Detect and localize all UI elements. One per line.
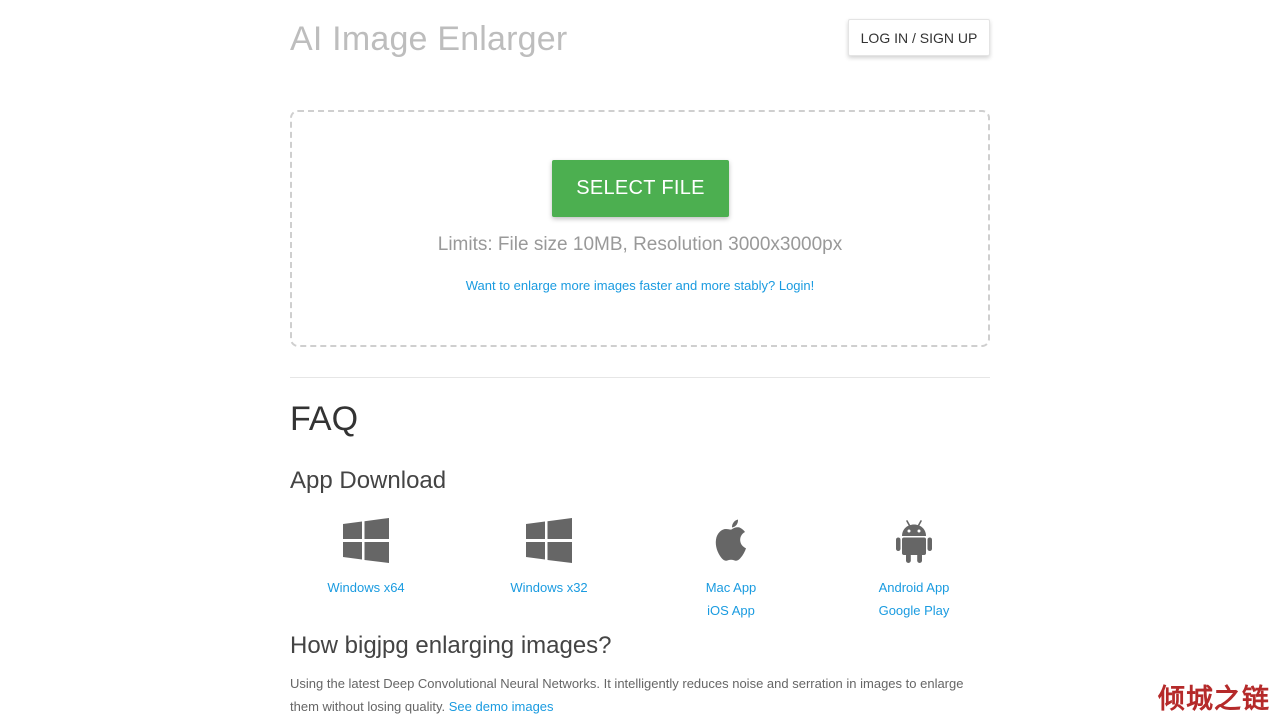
how-it-works-heading: How bigjpg enlarging images? [290,632,612,659]
download-android: Android App Google Play [839,515,989,622]
upload-limits-text: Limits: File size 10MB, Resolution 3000x… [437,234,843,255]
download-windows-x32: Windows x32 [474,515,624,599]
apple-icon[interactable] [705,515,757,567]
android-app-link[interactable]: Android App [839,576,989,599]
how-it-works-body: Using the latest Deep Convolutional Neur… [290,676,964,714]
mac-app-link[interactable]: Mac App [656,576,806,599]
app-download-heading: App Download [290,467,447,494]
watermark: 倾城之链 [1158,684,1270,715]
header: AI Image Enlarger LOG IN / SIGN UP [290,0,990,90]
how-it-works-text: Using the latest Deep Convolutional Neur… [290,672,990,718]
windows-icon[interactable] [523,515,575,567]
windows-x64-link[interactable]: Windows x64 [291,576,441,599]
upload-dropzone[interactable]: SELECT FILE Limits: File size 10MB, Reso… [290,110,990,347]
site-title: AI Image Enlarger [290,20,568,58]
select-file-button[interactable]: SELECT FILE [552,160,729,217]
android-icon[interactable] [888,515,940,567]
download-windows-x64: Windows x64 [291,515,441,599]
section-divider [290,377,990,378]
page-container: AI Image Enlarger LOG IN / SIGN UP SELEC… [290,0,990,714]
windows-icon[interactable] [340,515,392,567]
faq-heading: FAQ [290,400,359,438]
see-demo-images-link[interactable]: See demo images [449,699,554,714]
login-prompt-link[interactable]: Want to enlarge more images faster and m… [292,278,988,293]
windows-x32-link[interactable]: Windows x32 [474,576,624,599]
google-play-link[interactable]: Google Play [839,599,989,622]
login-signup-button[interactable]: LOG IN / SIGN UP [848,19,990,56]
download-apple: Mac App iOS App [656,515,806,622]
ios-app-link[interactable]: iOS App [656,599,806,622]
app-download-list: Windows x64 Windows x32 Mac App iOS App [290,515,990,625]
